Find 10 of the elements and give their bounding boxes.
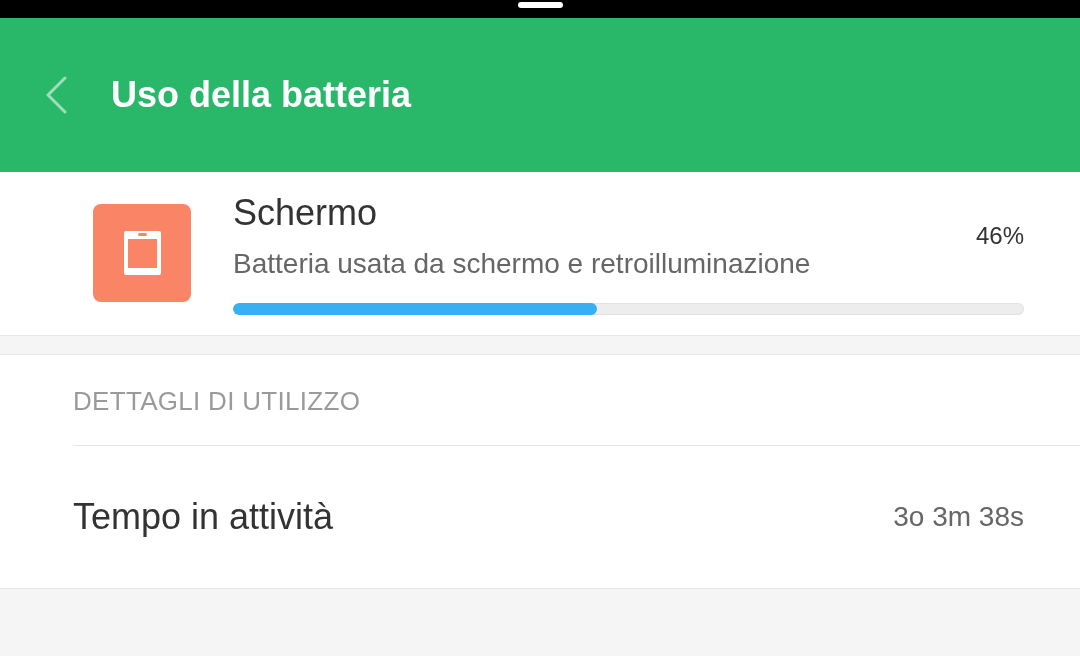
section-heading: DETTAGLI DI UTILIZZO [73, 385, 361, 418]
app-description: Batteria usata da schermo e retroilluminazione [233, 247, 811, 281]
tablet-icon [93, 203, 191, 302]
handle-icon [517, 2, 563, 8]
back-button[interactable] [45, 76, 67, 114]
usage-percentage: 46% [975, 221, 1024, 251]
page-title: Uso della batteria [111, 73, 412, 117]
detail-label: Tempo in attività [73, 495, 334, 539]
detail-value: 3o 3m 38s [893, 500, 1024, 534]
app-name: Schermo [233, 191, 378, 235]
